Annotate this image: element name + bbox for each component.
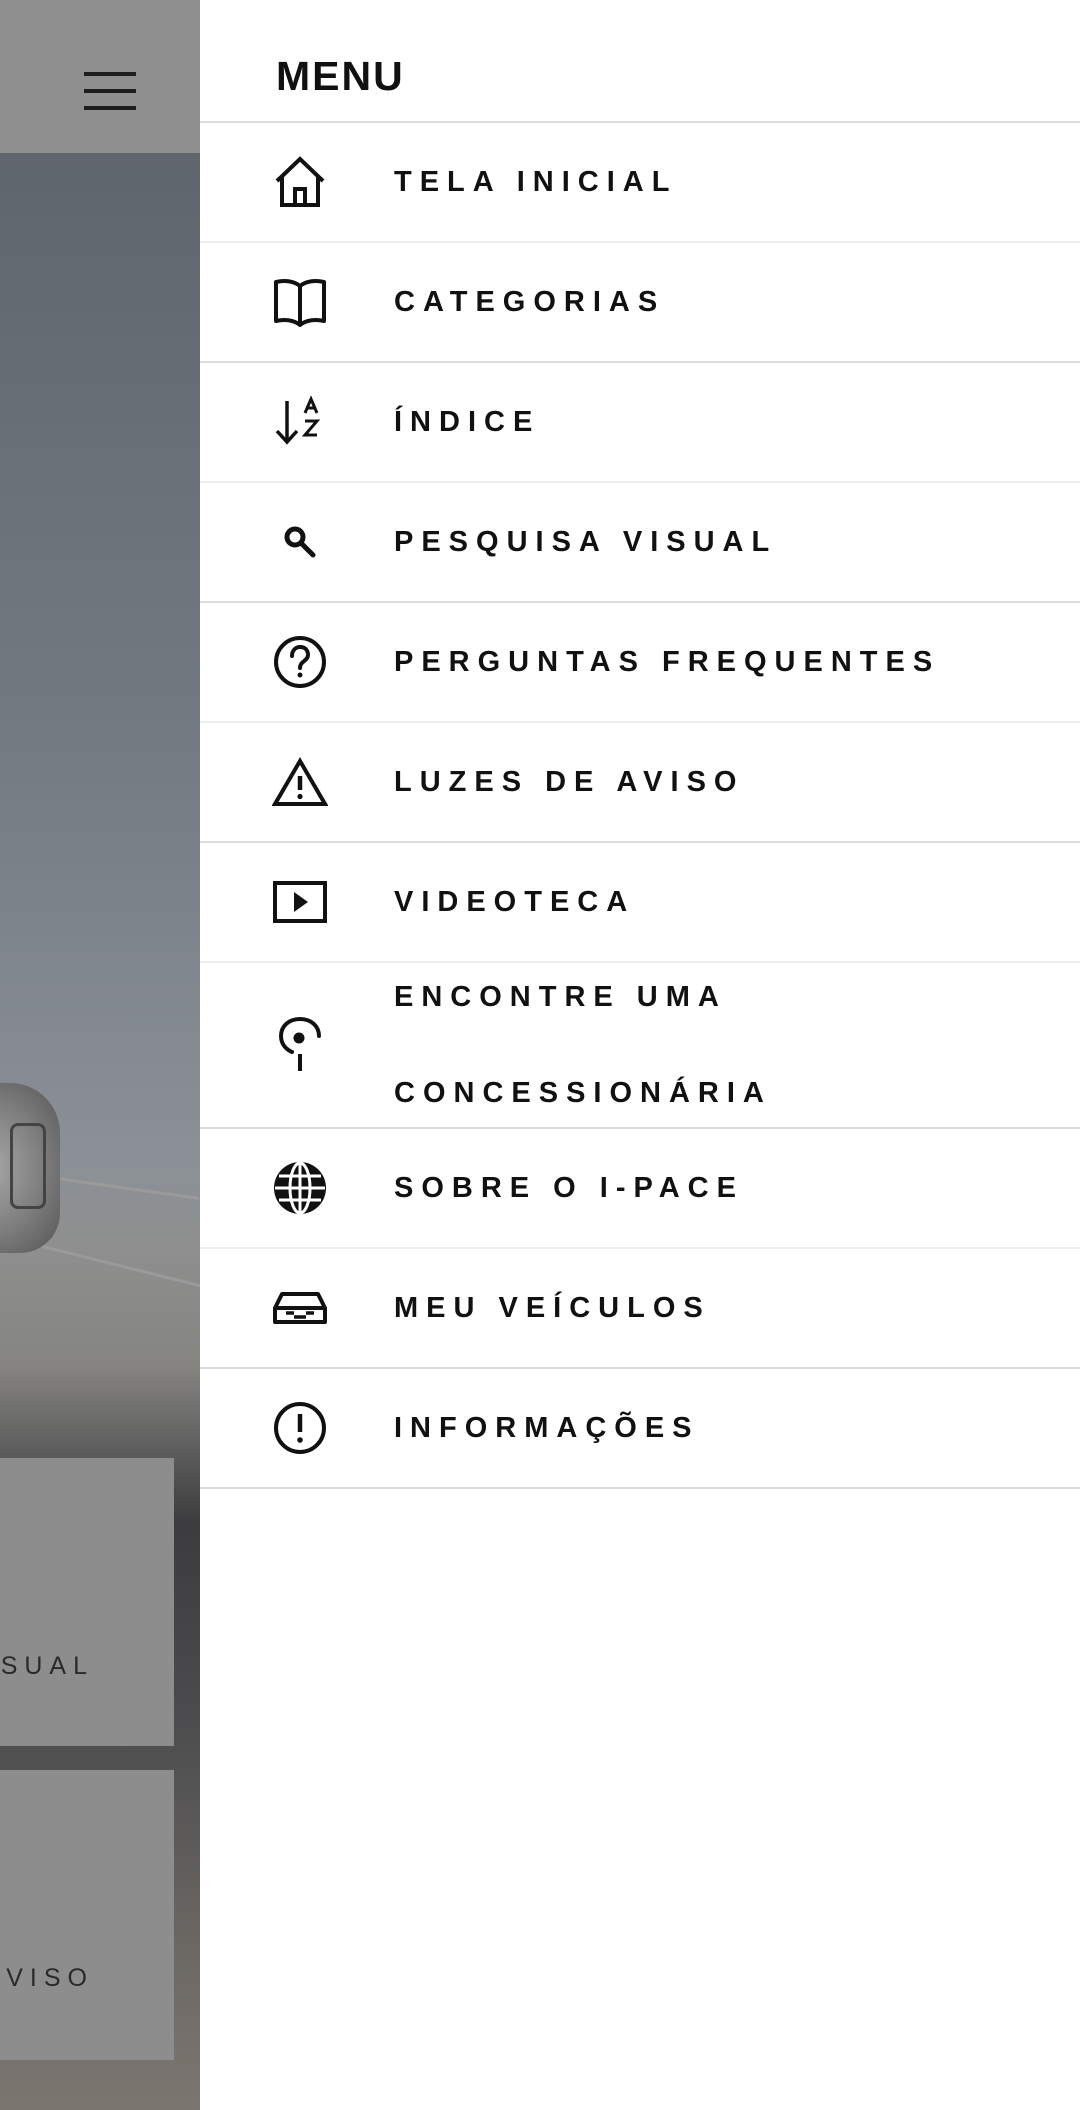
menu-list: TELA INICIAL CATEGORIAS ÍNDICE PESQUISA … [200,123,1080,1489]
tile-label: SUAL [0,1652,94,1680]
menu-item-label: VIDEOTECA [394,886,636,918]
app-header [0,0,200,153]
menu-item-warning-lights[interactable]: LUZES DE AVISO [200,723,1080,843]
video-play-icon [272,874,328,930]
menu-item-index[interactable]: ÍNDICE [200,363,1080,483]
menu-item-about-ipace[interactable]: SOBRE O I-PACE [200,1129,1080,1249]
car-icon [272,1280,328,1336]
book-icon [272,274,328,330]
info-exclamation-icon [272,1400,328,1456]
warning-triangle-icon [272,754,328,810]
background-app: SUAL VISO [0,0,200,2110]
menu-item-home[interactable]: TELA INICIAL [200,123,1080,243]
hamburger-menu-icon[interactable] [84,68,136,114]
car-image [0,1083,60,1253]
menu-item-label-line2: CONCESSIONÁRIA [394,1077,772,1109]
location-pin-icon [272,1016,328,1073]
menu-title: MENU [276,53,405,99]
warning-lights-tile[interactable]: VISO [0,1770,174,2060]
menu-item-categories[interactable]: CATEGORIAS [200,243,1080,363]
menu-item-information[interactable]: INFORMAÇÕES [200,1369,1080,1489]
menu-item-label: SOBRE O I-PACE [394,1172,744,1204]
menu-item-label: TELA INICIAL [394,166,678,198]
menu-item-faq[interactable]: PERGUNTAS FREQUENTES [200,603,1080,723]
search-icon [272,514,328,570]
menu-item-label: LUZES DE AVISO [394,766,745,798]
question-circle-icon [272,634,328,690]
car-grille [10,1123,46,1209]
visual-search-tile[interactable]: SUAL [0,1458,174,1746]
menu-item-label: PERGUNTAS FREQUENTES [394,646,941,678]
sort-az-icon [272,394,328,450]
tile-label: VISO [6,1964,94,1992]
menu-item-visual-search[interactable]: PESQUISA VISUAL [200,483,1080,603]
menu-item-label: INFORMAÇÕES [394,1412,700,1444]
globe-icon [272,1160,328,1216]
menu-item-find-dealer[interactable]: ENCONTRE UMA CONCESSIONÁRIA [200,963,1080,1129]
menu-item-label: PESQUISA VISUAL [394,526,778,558]
menu-item-label: MEU VEÍCULOS [394,1292,711,1324]
navigation-drawer: MENU TELA INICIAL CATEGORIAS ÍNDICE PESQ… [200,0,1080,2110]
menu-item-label-line1: ENCONTRE UMA [394,981,727,1013]
menu-item-my-vehicles[interactable]: MEU VEÍCULOS [200,1249,1080,1369]
menu-item-label: ÍNDICE [394,406,541,438]
home-icon [272,154,328,210]
menu-item-label: CATEGORIAS [394,286,666,318]
